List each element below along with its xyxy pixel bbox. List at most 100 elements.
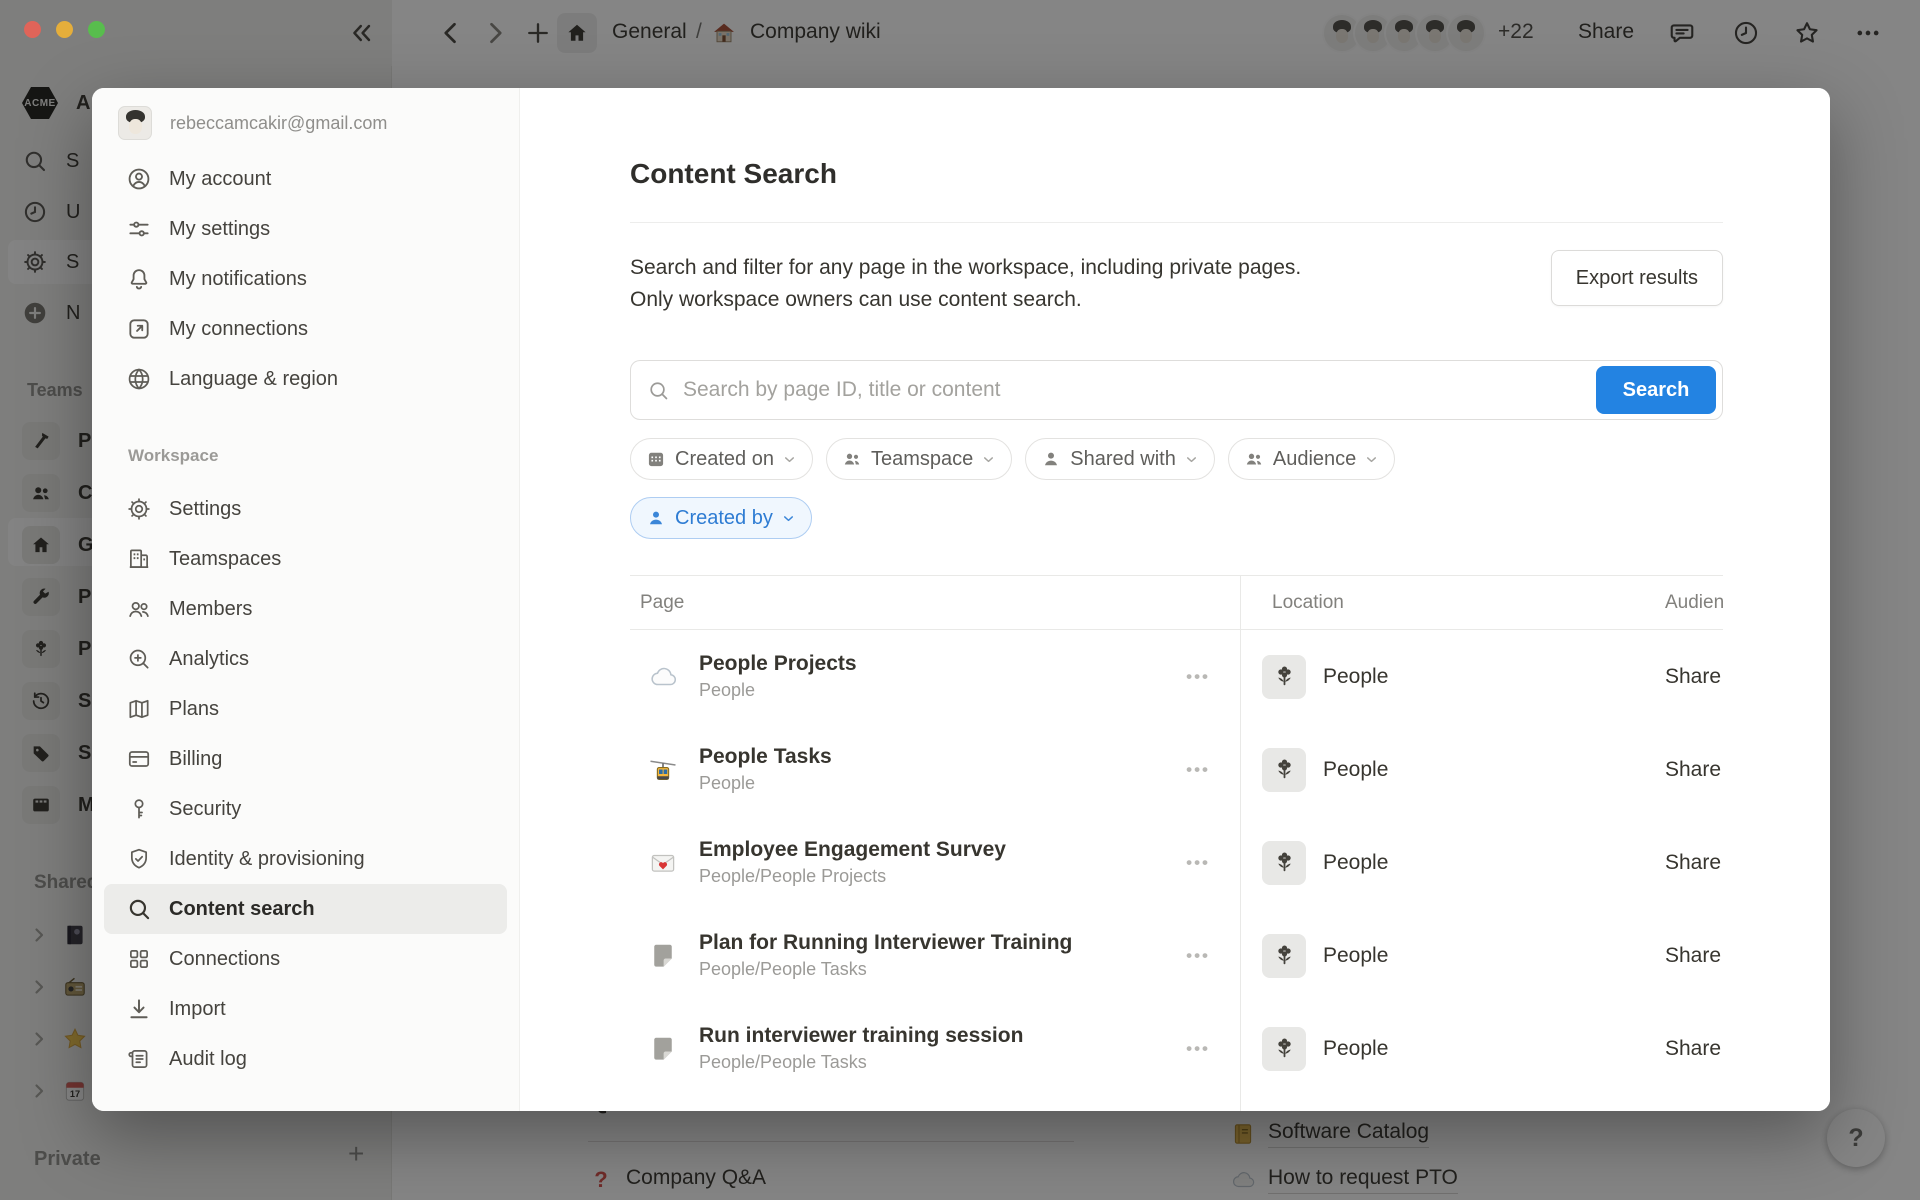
nav-item-analytics[interactable]: Analytics — [104, 634, 507, 684]
table-row[interactable]: People Projects People ••• People Share — [630, 630, 1723, 723]
column-header-location: Location — [1272, 592, 1344, 614]
scroll-icon — [126, 1046, 152, 1072]
page-path: People/People Projects — [699, 866, 1006, 887]
globe-icon — [126, 366, 152, 392]
location-value: People — [1323, 665, 1388, 689]
people-teamspace-icon — [1262, 1027, 1306, 1071]
people-teamspace-icon — [1262, 655, 1306, 699]
chevron-down-icon — [981, 452, 996, 467]
nav-item-settings[interactable]: Settings — [104, 484, 507, 534]
nav-item-my-account[interactable]: My account — [104, 154, 507, 204]
shield-check-icon — [126, 846, 152, 872]
page-title: Plan for Running Interviewer Training — [699, 931, 1072, 955]
people-icon — [1244, 449, 1264, 469]
page-title: Employee Engagement Survey — [699, 838, 1006, 862]
key-icon — [126, 796, 152, 822]
nav-item-content-search[interactable]: Content search — [104, 884, 507, 934]
audience-value: Share — [1665, 665, 1723, 689]
table-header: Page Location Audience — [630, 575, 1723, 630]
export-results-button[interactable]: Export results — [1551, 250, 1723, 306]
page-title: Content Search — [630, 158, 837, 190]
search-input[interactable] — [683, 378, 1722, 402]
nav-item-teamspaces[interactable]: Teamspaces — [104, 534, 507, 584]
filter-created-on[interactable]: Created on — [630, 438, 813, 480]
chevron-down-icon — [782, 452, 797, 467]
cloud-emoji-icon — [648, 662, 678, 692]
people-teamspace-icon — [1262, 748, 1306, 792]
title-divider — [630, 222, 1723, 223]
column-divider — [1240, 575, 1241, 1111]
table-row[interactable]: Employee Engagement Survey People/People… — [630, 816, 1723, 909]
nav-item-my-notifications[interactable]: My notifications — [104, 254, 507, 304]
page-path: People — [699, 773, 832, 794]
location-value: People — [1323, 944, 1388, 968]
account-nav-list: My account My settings My notifications … — [104, 154, 507, 404]
column-header-audience: Audience — [1665, 592, 1723, 614]
page-path: People/People Tasks — [699, 959, 1072, 980]
nav-item-audit-log[interactable]: Audit log — [104, 1034, 507, 1084]
nav-item-plans[interactable]: Plans — [104, 684, 507, 734]
location-value: People — [1323, 1037, 1388, 1061]
building-icon — [126, 546, 152, 572]
window-controls — [24, 21, 105, 38]
results-table: Page Location Audience People Projects P… — [630, 575, 1723, 1111]
nav-item-my-settings[interactable]: My settings — [104, 204, 507, 254]
workspace-nav-list: Settings Teamspaces Members Analytics Pl… — [104, 484, 507, 1084]
calendar-icon — [646, 449, 666, 469]
people-teamspace-icon — [1262, 841, 1306, 885]
account-row: rebeccamcakir@gmail.com — [118, 106, 387, 140]
nav-item-billing[interactable]: Billing — [104, 734, 507, 784]
row-more-icon[interactable]: ••• — [1186, 1039, 1210, 1059]
column-header-page: Page — [630, 592, 1240, 614]
filter-created-by[interactable]: Created by — [630, 497, 812, 539]
row-more-icon[interactable]: ••• — [1186, 946, 1210, 966]
search-button[interactable]: Search — [1596, 366, 1716, 414]
page-path: People/People Tasks — [699, 1052, 1023, 1073]
filter-teamspace[interactable]: Teamspace — [826, 438, 1012, 480]
bell-icon — [126, 266, 152, 292]
page-icon — [648, 941, 678, 971]
content-search-bar: Search — [630, 360, 1723, 420]
chevron-down-icon — [781, 511, 796, 526]
notion-window: General / Company wiki +22 Share AC — [0, 0, 1920, 1200]
page-path: People — [699, 680, 857, 701]
close-window-button[interactable] — [24, 21, 41, 38]
minimize-window-button[interactable] — [56, 21, 73, 38]
location-value: People — [1323, 851, 1388, 875]
filter-audience[interactable]: Audience — [1228, 438, 1395, 480]
table-row[interactable]: Run interviewer training session People/… — [630, 1002, 1723, 1095]
people-teamspace-icon — [1262, 934, 1306, 978]
external-link-icon — [126, 316, 152, 342]
row-more-icon[interactable]: ••• — [1186, 853, 1210, 873]
download-arrow-icon — [126, 996, 152, 1022]
table-row[interactable]: Plan for Running Interviewer Training Pe… — [630, 909, 1723, 1002]
nav-item-identity-provisioning[interactable]: Identity & provisioning — [104, 834, 507, 884]
audience-value: Share — [1665, 944, 1723, 968]
person-icon — [1041, 449, 1061, 469]
magnifier-sparkle-icon — [126, 646, 152, 672]
audience-value: Share — [1665, 851, 1723, 875]
page-icon — [648, 1034, 678, 1064]
nav-item-language-region[interactable]: Language & region — [104, 354, 507, 404]
love-letter-emoji-icon — [648, 848, 678, 878]
nav-item-members[interactable]: Members — [104, 584, 507, 634]
nav-item-import[interactable]: Import — [104, 984, 507, 1034]
row-more-icon[interactable]: ••• — [1186, 667, 1210, 687]
search-icon — [647, 379, 670, 402]
workspace-section-header: Workspace — [128, 446, 218, 466]
nav-item-my-connections[interactable]: My connections — [104, 304, 507, 354]
settings-nav: rebeccamcakir@gmail.com My account My se… — [92, 88, 520, 1111]
table-row[interactable]: People Tasks People ••• People Share — [630, 723, 1723, 816]
grid-icon — [126, 946, 152, 972]
map-icon — [126, 696, 152, 722]
gear-icon — [126, 496, 152, 522]
zoom-window-button[interactable] — [88, 21, 105, 38]
filter-shared-with[interactable]: Shared with — [1025, 438, 1215, 480]
person-icon — [646, 508, 666, 528]
person-circle-icon — [126, 166, 152, 192]
sliders-icon — [126, 216, 152, 242]
nav-item-security[interactable]: Security — [104, 784, 507, 834]
row-more-icon[interactable]: ••• — [1186, 760, 1210, 780]
tramway-emoji-icon — [648, 755, 678, 785]
nav-item-connections[interactable]: Connections — [104, 934, 507, 984]
